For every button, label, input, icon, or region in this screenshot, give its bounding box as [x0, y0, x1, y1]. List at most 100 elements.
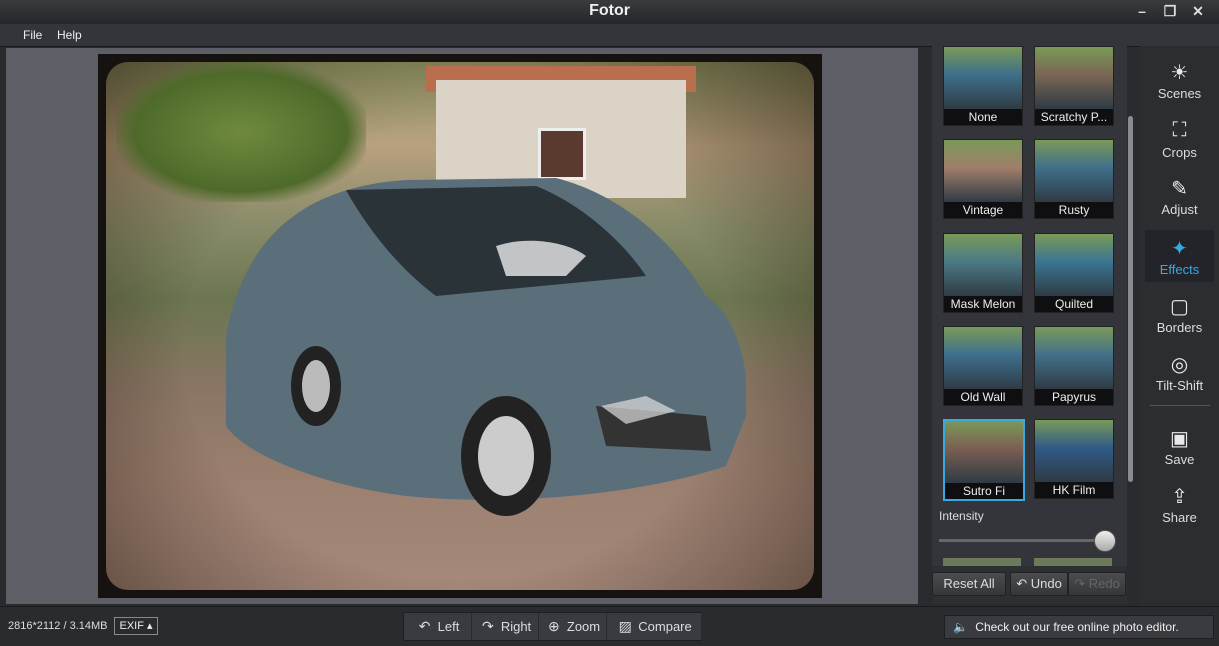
photo-canvas [6, 48, 918, 604]
effect-thumb[interactable]: HK Film [1034, 419, 1114, 499]
effect-thumb-image [944, 327, 1022, 389]
sidebar-item-label: Crops [1162, 145, 1197, 160]
effect-thumb-label: Mask Melon [944, 296, 1022, 312]
crops-icon: ⛶ [1172, 119, 1187, 141]
sidebar-item-adjust[interactable]: ✎ Adjust [1145, 170, 1214, 222]
undo-button[interactable]: ↶ Undo [1010, 572, 1068, 596]
sidebar-item-label: Scenes [1157, 86, 1202, 101]
rotate-left-label: Left [437, 619, 460, 634]
effect-thumb-image [1035, 140, 1113, 202]
compare-label: Compare [638, 619, 692, 634]
menu-bar: File Help [0, 24, 1219, 47]
effect-thumb-label: HK Film [1035, 482, 1113, 498]
zoom-button[interactable]: ⊕ Zoom [539, 613, 607, 640]
rotate-left-button[interactable]: ↶ Left [404, 613, 472, 640]
exif-button[interactable]: EXIF ▴ [114, 617, 158, 635]
effect-thumb[interactable]: Quilted [1034, 233, 1114, 313]
sidebar-item-label: Share [1162, 510, 1197, 525]
share-icon: ⇪ [1171, 486, 1188, 508]
compare-button[interactable]: ▨ Compare [607, 613, 702, 640]
adjust-icon: ✎ [1171, 178, 1188, 200]
effects-actions: Reset All ↶ Undo ↷ Redo [932, 566, 1127, 604]
effect-thumb-label: Old Wall [944, 389, 1022, 405]
close-icon[interactable]: ✕ [1184, 0, 1212, 22]
menu-help[interactable]: Help [57, 28, 82, 42]
sidebar-item-label: Save [1164, 452, 1195, 467]
effect-thumb[interactable]: Rusty [1034, 139, 1114, 219]
sidebar-item-borders[interactable]: ▢ Borders [1145, 288, 1214, 340]
minimize-icon[interactable]: – [1128, 0, 1156, 22]
effect-thumb-label: None [944, 109, 1022, 125]
sidebar-item-effects[interactable]: ✦ Effects [1145, 230, 1214, 282]
tilt-shift-icon: ◎ [1170, 354, 1189, 376]
sidebar-item-tilt-shift[interactable]: ◎ Tilt-Shift [1145, 346, 1214, 398]
effect-thumb[interactable]: Mask Melon [943, 233, 1023, 313]
promo-banner[interactable]: 🔈 Check out our free online photo editor… [944, 615, 1214, 639]
effect-thumb[interactable]: Old Wall [943, 326, 1023, 406]
borders-icon: ▢ [1170, 296, 1189, 318]
effect-thumb-label: Scratchy P... [1035, 109, 1113, 125]
rotate-right-label: Right [500, 619, 532, 634]
effects-icon: ✦ [1171, 238, 1188, 260]
speaker-icon: 🔈 [953, 620, 968, 634]
effect-thumb[interactable]: Vintage [943, 139, 1023, 219]
photo-frame [98, 54, 822, 598]
undo-label: Undo [1030, 576, 1062, 591]
sidebar-item-save[interactable]: ▣ Save [1145, 420, 1214, 472]
redo-icon: ↷ [1074, 576, 1086, 591]
effect-thumb-image [944, 47, 1022, 109]
title-bar: Fotor – ❐ ✕ [0, 0, 1219, 25]
effect-thumb-partial [1034, 558, 1112, 566]
redo-button[interactable]: ↷ Redo [1068, 572, 1126, 596]
sidebar-item-share[interactable]: ⇪ Share [1145, 478, 1214, 530]
zoom-label: Zoom [566, 619, 601, 634]
effect-thumb-image [945, 421, 1023, 483]
intensity-slider-knob[interactable] [1094, 530, 1116, 552]
effect-thumb[interactable]: Scratchy P... [1034, 46, 1114, 126]
effect-thumb[interactable]: None [943, 46, 1023, 126]
effect-thumb-label: Sutro Fi [945, 483, 1023, 499]
effect-thumb-label: Quilted [1035, 296, 1113, 312]
effects-panel: None Scratchy P... Vintage Rusty Mask Melon Q… [932, 46, 1127, 566]
file-info: 2816*2112 / 3.14MB [8, 620, 108, 632]
sidebar-item-label: Adjust [1161, 202, 1198, 217]
sidebar-item-scenes[interactable]: ☀ Scenes [1145, 54, 1214, 106]
tool-sidebar: ☀ Scenes ⛶ Crops ✎ Adjust ✦ Effects ▢ Borders ◎ Til… [1140, 46, 1219, 606]
intensity-slider-track[interactable] [939, 539, 1104, 542]
effect-thumb-image [1035, 420, 1113, 482]
effect-thumb-label: Vintage [944, 202, 1022, 218]
menu-file[interactable]: File [23, 28, 42, 42]
sidebar-divider [1150, 405, 1210, 406]
promo-text: Check out our free online photo editor. [975, 620, 1179, 634]
rotate-right-icon: ↷ [481, 618, 494, 634]
maximize-icon[interactable]: ❐ [1156, 0, 1184, 22]
effect-thumb-label: Papyrus [1035, 389, 1113, 405]
sidebar-item-label: Effects [1159, 262, 1200, 277]
effect-thumb-label: Rusty [1035, 202, 1113, 218]
reset-all-button[interactable]: Reset All [932, 572, 1006, 596]
save-icon: ▣ [1170, 428, 1189, 450]
sidebar-item-crops[interactable]: ⛶ Crops [1145, 113, 1214, 165]
redo-label: Redo [1088, 576, 1120, 591]
window-title: Fotor [589, 2, 630, 19]
effect-thumb[interactable]: Sutro Fi [943, 419, 1025, 501]
scenes-icon: ☀ [1170, 62, 1189, 84]
view-tools: ↶ Left ↷ Right ⊕ Zoom ▨ Compare [403, 612, 702, 641]
zoom-icon: ⊕ [548, 618, 560, 634]
effect-thumb-image [944, 140, 1022, 202]
undo-icon: ↶ [1016, 576, 1028, 591]
effect-thumb-partial [943, 558, 1021, 566]
photo-car [226, 178, 746, 516]
intensity-label: Intensity [939, 509, 984, 523]
photo-preview[interactable] [106, 62, 814, 590]
rotate-right-button[interactable]: ↷ Right [472, 613, 539, 640]
compare-icon: ▨ [618, 618, 632, 634]
effect-thumb-image [1035, 47, 1113, 109]
sidebar-item-label: Borders [1156, 320, 1203, 335]
effect-thumb[interactable]: Papyrus [1034, 326, 1114, 406]
effects-scrollbar[interactable] [1128, 116, 1133, 482]
effect-thumb-image [1035, 327, 1113, 389]
rotate-left-icon: ↶ [418, 618, 431, 634]
effect-thumb-image [1035, 234, 1113, 296]
sidebar-item-label: Tilt-Shift [1155, 378, 1204, 393]
